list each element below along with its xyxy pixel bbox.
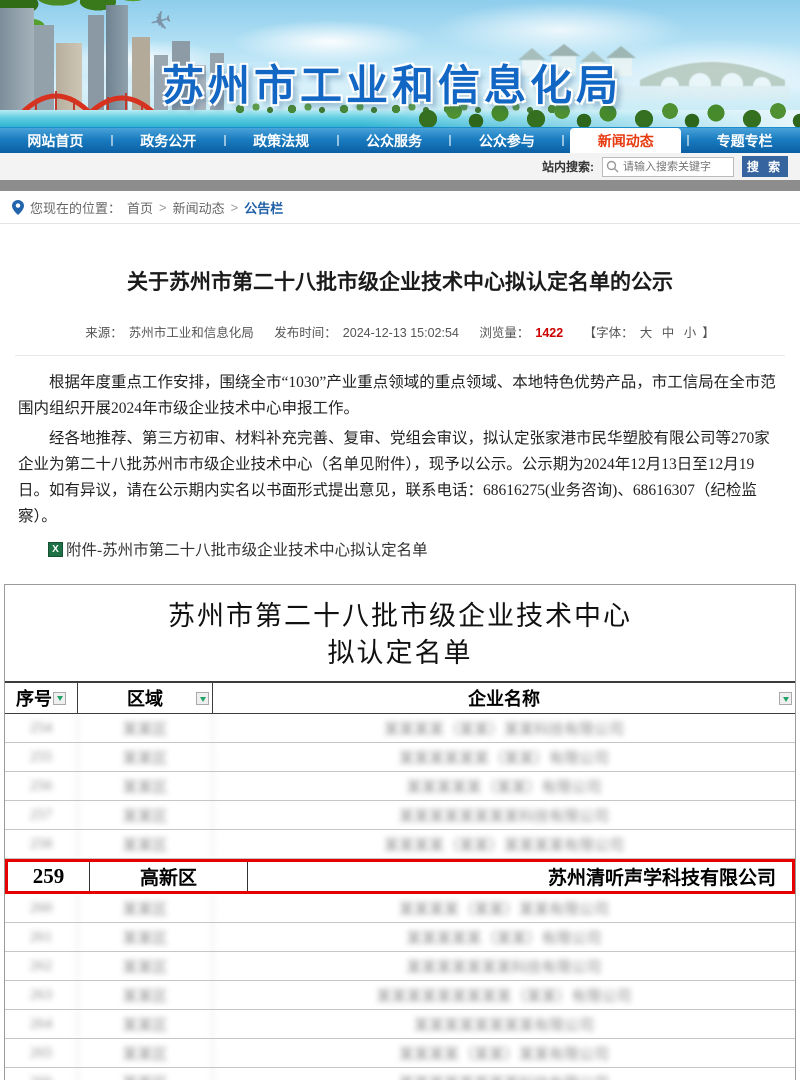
publish-time-label: 发布时间： <box>274 326 337 340</box>
table-row: 262 某某区 某某某某某某某科技有限公司 <box>5 952 795 981</box>
nav-separator <box>562 135 564 146</box>
breadcrumb-news[interactable]: 新闻动态 <box>173 198 225 217</box>
views-count: 1422 <box>535 326 563 340</box>
breadcrumb-separator: > <box>231 200 239 215</box>
excel-file-icon: X <box>48 542 63 557</box>
nav-item-public-service[interactable]: 公众服务 <box>339 128 450 153</box>
attachment-label: 附件-苏州市第二十八批市级企业技术中心拟认定名单 <box>66 538 428 560</box>
site-banner: ✈ 苏州市工业和 <box>0 0 800 127</box>
attachment-link[interactable]: X 附件-苏州市第二十八批市级企业技术中心拟认定名单 <box>48 538 782 560</box>
paragraph-1: 根据年度重点工作安排，围绕全市“1030”产业重点领域的重点领域、本地特色优势产… <box>18 370 782 422</box>
article-body: 根据年度重点工作安排，围绕全市“1030”产业重点领域的重点领域、本地特色优势产… <box>18 370 782 530</box>
filter-dropdown-company[interactable] <box>779 692 792 705</box>
table-row: 254 某某区 某某某某（某某）某某科技有限公司 <box>5 714 795 743</box>
filter-dropdown-region[interactable] <box>196 692 209 705</box>
header-seq: 序号 <box>5 683 78 713</box>
table-row: 265 某某区 某某某某（某某）某某有限公司 <box>5 1039 795 1068</box>
search-input[interactable] <box>602 157 734 177</box>
highlight-company: 苏州清听声学科技有限公司 <box>248 862 792 891</box>
source-label: 来源： <box>85 326 123 340</box>
table-row: 257 某某区 某某某某某某某某科技有限公司 <box>5 801 795 830</box>
header-region: 区域 <box>78 683 213 713</box>
attachment-table-image: 苏州市第二十八批市级企业技术中心 拟认定名单 序号 区域 企业名称 254 某某… <box>4 584 796 1080</box>
filter-dropdown-seq[interactable] <box>53 692 66 705</box>
site-search-label: 站内搜索: <box>542 158 594 175</box>
table-row: 261 某某区 某某某某某（某某）有限公司 <box>5 923 795 952</box>
sheet-title: 苏州市第二十八批市级企业技术中心 拟认定名单 <box>5 585 795 672</box>
paragraph-2: 经各地推荐、第三方初审、材料补充完善、复审、党组会审议，拟认定张家港市民华塑胶有… <box>18 426 782 530</box>
table-row: 258 某某区 某某某某（某某）某某某某有限公司 <box>5 830 795 859</box>
font-size-small[interactable]: 小 <box>684 326 697 340</box>
breadcrumb-current[interactable]: 公告栏 <box>244 198 283 217</box>
table-row: 263 某某区 某某某某某某某某某（某某）有限公司 <box>5 981 795 1010</box>
nav-item-participation[interactable]: 公众参与 <box>451 128 562 153</box>
table-row: 264 某某区 某某某某某某某某有限公司 <box>5 1010 795 1039</box>
search-icon <box>606 160 619 173</box>
sheet-title-line2: 拟认定名单 <box>5 635 795 672</box>
font-size-close: 】 <box>702 326 715 340</box>
search-box <box>602 157 734 177</box>
main-navigation: 网站首页 政务公开 政策法规 公众服务 公众参与 新闻动态 专题专栏 <box>0 127 800 153</box>
location-pin-icon <box>12 200 24 215</box>
nav-item-news-active[interactable]: 新闻动态 <box>570 128 681 153</box>
nav-item-gov-info[interactable]: 政务公开 <box>113 128 224 153</box>
breadcrumb-prefix: 您现在的位置： <box>30 198 121 217</box>
table-row: 260 某某区 某某某某（某某）某某有限公司 <box>5 894 795 923</box>
highlight-seq: 259 <box>8 862 90 891</box>
meta-divider <box>15 355 785 356</box>
publish-time-value: 2024-12-13 15:02:54 <box>343 326 459 340</box>
gray-divider-band <box>0 180 800 191</box>
table-row: 256 某某区 某某某某某（某某）有限公司 <box>5 772 795 801</box>
breadcrumb: 您现在的位置： 首页 > 新闻动态 > 公告栏 <box>0 191 800 224</box>
article-title: 关于苏州市第二十八批市级企业技术中心拟认定名单的公示 <box>18 266 782 296</box>
breadcrumb-home[interactable]: 首页 <box>127 198 153 217</box>
header-company: 企业名称 <box>213 683 795 713</box>
table-row: 255 某某区 某某某某某某（某某）有限公司 <box>5 743 795 772</box>
breadcrumb-separator: > <box>159 200 167 215</box>
highlighted-table-row: 259 高新区 苏州清听声学科技有限公司 <box>5 859 795 894</box>
enterprise-table: 序号 区域 企业名称 254 某某区 某某某某（某某）某某科技有限公司 255 … <box>5 681 795 1080</box>
article-content: 关于苏州市第二十八批市级企业技术中心拟认定名单的公示 来源： 苏州市工业和信息化局… <box>0 266 800 560</box>
search-strip: 站内搜索: 搜 索 <box>0 153 800 180</box>
font-size-large[interactable]: 大 <box>640 326 653 340</box>
views-label: 浏览量： <box>479 326 529 340</box>
sheet-title-line1: 苏州市第二十八批市级企业技术中心 <box>5 598 795 635</box>
site-title: 苏州市工业和信息化局 <box>162 52 622 113</box>
nav-item-home[interactable]: 网站首页 <box>0 128 111 153</box>
font-size-open: 【字体： <box>584 326 634 340</box>
search-button[interactable]: 搜 索 <box>742 156 788 177</box>
article-meta: 来源： 苏州市工业和信息化局 发布时间： 2024-12-13 15:02:54 浏… <box>18 322 782 341</box>
font-size-medium[interactable]: 中 <box>662 326 675 340</box>
table-row: 266 某某区 某某某某某某某某科技有限公司 <box>5 1068 795 1080</box>
source-value: 苏州市工业和信息化局 <box>129 326 254 340</box>
highlight-region: 高新区 <box>90 862 248 891</box>
nav-item-policies[interactable]: 政策法规 <box>226 128 337 153</box>
table-header-row: 序号 区域 企业名称 <box>5 683 795 714</box>
nav-item-special-columns[interactable]: 专题专栏 <box>689 128 800 153</box>
